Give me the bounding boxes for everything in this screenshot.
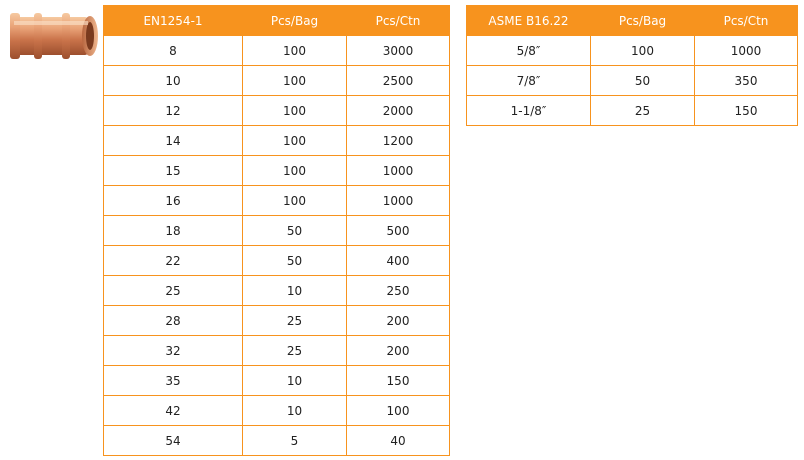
table-cell: 150 (694, 95, 798, 126)
table-cell: 28 (103, 305, 243, 336)
table-row: 14 100 1200 (103, 125, 450, 156)
table-cell: 10 (103, 65, 243, 96)
table-row: 8 100 3000 (103, 35, 450, 66)
header-cell: Pcs/Ctn (694, 5, 798, 36)
table-cell: 1000 (694, 35, 798, 66)
table-cell: 40 (346, 425, 450, 456)
header-cell: ASME B16.22 (466, 5, 591, 36)
table-cell: 200 (346, 305, 450, 336)
table-cell: 100 (242, 35, 347, 66)
table-cell: 10 (242, 275, 347, 306)
table-cell: 100 (242, 185, 347, 216)
table-cell: 100 (242, 125, 347, 156)
table-row: 10 100 2500 (103, 65, 450, 96)
table-cell: 18 (103, 215, 243, 246)
en1254-table: EN1254-1 Pcs/Bag Pcs/Ctn 8 100 3000 10 100 2… (103, 5, 450, 456)
table-row: 42 10 100 (103, 395, 450, 426)
table-row: 25 10 250 (103, 275, 450, 306)
table-cell: 100 (242, 65, 347, 96)
table-cell: 3000 (346, 35, 450, 66)
table-row: 15 100 1000 (103, 155, 450, 186)
table-row: 18 50 500 (103, 215, 450, 246)
table-cell: 12 (103, 95, 243, 126)
table-row: 28 25 200 (103, 305, 450, 336)
copper-coupling-image (10, 13, 98, 59)
table-cell: 100 (590, 35, 695, 66)
table-cell: 2500 (346, 65, 450, 96)
table-cell: 250 (346, 275, 450, 306)
table-row: 54 5 40 (103, 425, 450, 456)
table-cell: 22 (103, 245, 243, 276)
table-cell: 35 (103, 365, 243, 396)
table-cell: 1200 (346, 125, 450, 156)
header-cell: Pcs/Bag (590, 5, 695, 36)
table-cell: 25 (103, 275, 243, 306)
table-cell: 100 (242, 95, 347, 126)
table-row: 32 25 200 (103, 335, 450, 366)
table-cell: 50 (242, 215, 347, 246)
table-cell: 25 (590, 95, 695, 126)
table-cell: 2000 (346, 95, 450, 126)
table-cell: 500 (346, 215, 450, 246)
table-header-row: ASME B16.22 Pcs/Bag Pcs/Ctn (466, 5, 798, 36)
table-cell: 25 (242, 335, 347, 366)
table-row: 22 50 400 (103, 245, 450, 276)
table-cell: 1000 (346, 155, 450, 186)
table-cell: 400 (346, 245, 450, 276)
table-cell: 25 (242, 305, 347, 336)
table-cell: 50 (242, 245, 347, 276)
header-cell: EN1254-1 (103, 5, 243, 36)
table-cell: 150 (346, 365, 450, 396)
table-cell: 15 (103, 155, 243, 186)
table-cell: 5 (242, 425, 347, 456)
table-cell: 100 (346, 395, 450, 426)
table-cell: 100 (242, 155, 347, 186)
table-row: 35 10 150 (103, 365, 450, 396)
table-cell: 8 (103, 35, 243, 66)
table-cell: 14 (103, 125, 243, 156)
table-header-row: EN1254-1 Pcs/Bag Pcs/Ctn (103, 5, 450, 36)
table-row: 7/8″ 50 350 (466, 65, 798, 96)
asme-b16-22-table: ASME B16.22 Pcs/Bag Pcs/Ctn 5/8″ 100 1000 … (466, 5, 798, 126)
table-cell: 350 (694, 65, 798, 96)
table-cell: 1-1/8″ (466, 95, 591, 126)
table-cell: 5/8″ (466, 35, 591, 66)
table-cell: 16 (103, 185, 243, 216)
table-cell: 32 (103, 335, 243, 366)
header-cell: Pcs/Ctn (346, 5, 450, 36)
table-cell: 10 (242, 395, 347, 426)
table-cell: 42 (103, 395, 243, 426)
table-row: 12 100 2000 (103, 95, 450, 126)
table-row: 1-1/8″ 25 150 (466, 95, 798, 126)
table-row: 16 100 1000 (103, 185, 450, 216)
table-cell: 200 (346, 335, 450, 366)
table-cell: 10 (242, 365, 347, 396)
table-cell: 7/8″ (466, 65, 591, 96)
table-cell: 50 (590, 65, 695, 96)
table-cell: 54 (103, 425, 243, 456)
header-cell: Pcs/Bag (242, 5, 347, 36)
table-row: 5/8″ 100 1000 (466, 35, 798, 66)
table-cell: 1000 (346, 185, 450, 216)
